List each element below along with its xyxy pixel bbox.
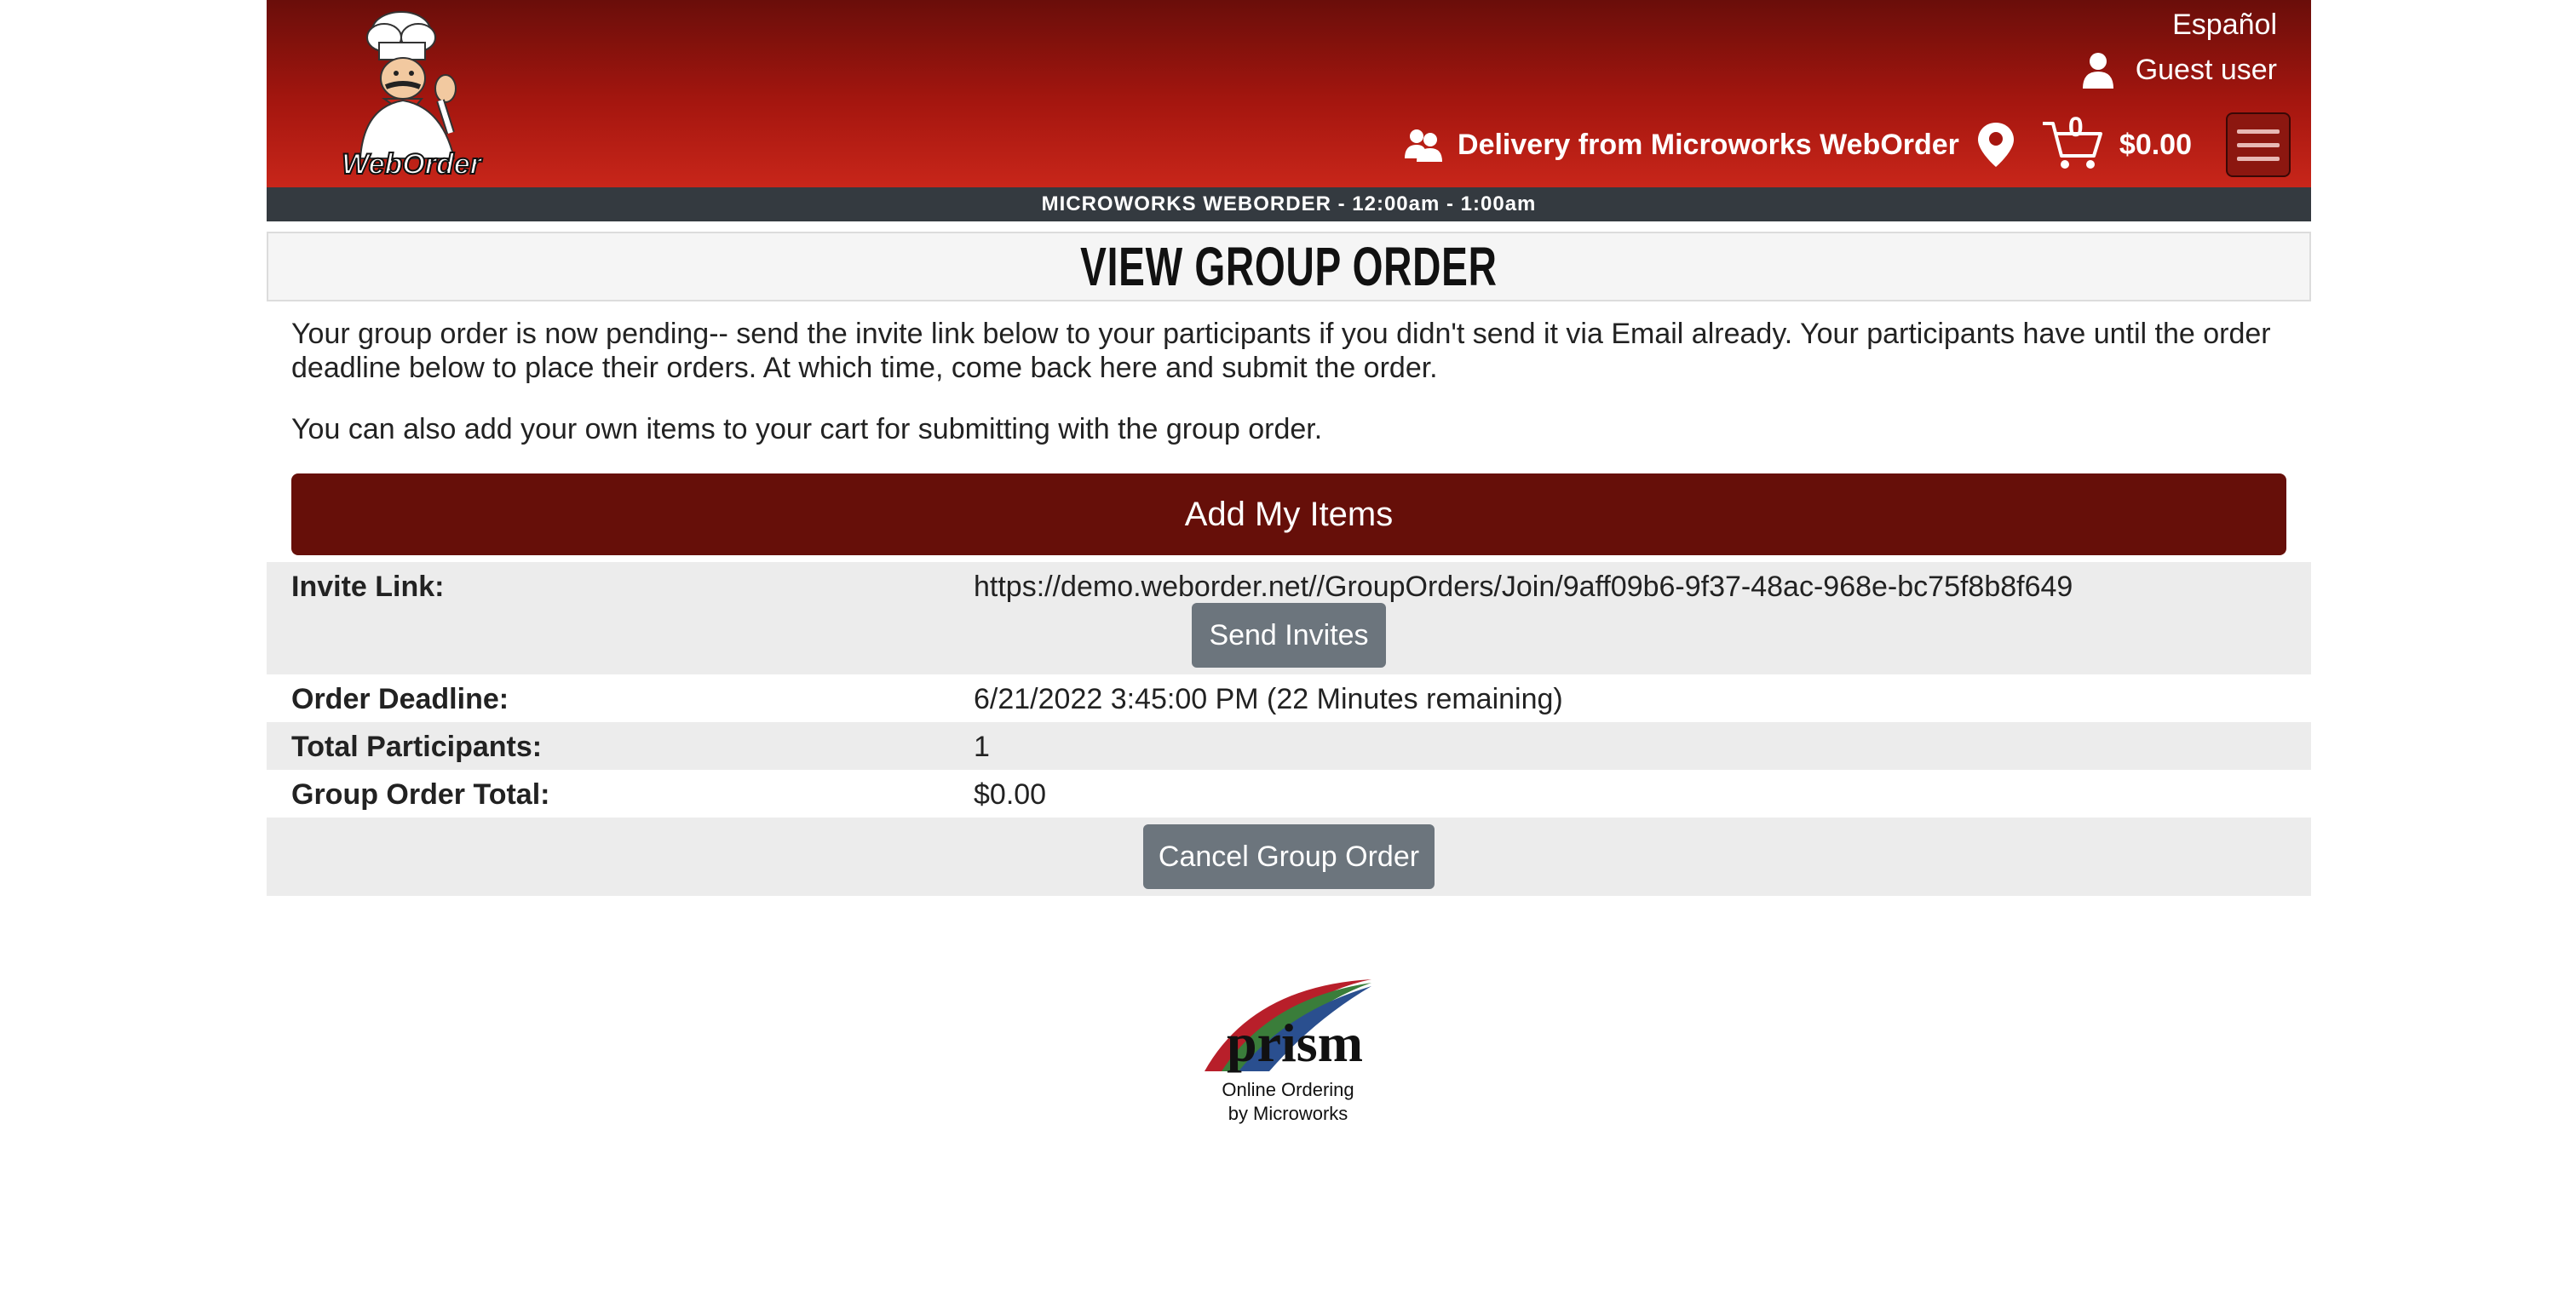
order-deadline-row: Order Deadline: 6/21/2022 3:45:00 PM (22… [267,674,2311,722]
cart-total: $0.00 [2119,128,2192,161]
group-total-label: Group Order Total: [291,778,550,811]
add-my-items-button[interactable]: Add My Items [291,473,2286,555]
delivery-label: Delivery from Microworks WebOrder [1458,128,1959,161]
svg-text:WebOrder: WebOrder [342,148,483,181]
footer-credit: Online Ordering by Microworks [1160,1078,1416,1126]
site-header: WebOrder Español Guest user Delivery fro… [267,0,2311,187]
language-link[interactable]: Español [2172,9,2277,42]
user-account[interactable]: Guest user [2081,51,2277,89]
cart-count: 0 [2067,112,2084,142]
svg-text:prism: prism [1227,1013,1363,1073]
order-deadline-value: 6/21/2022 3:45:00 PM (22 Minutes remaini… [974,683,1563,715]
prism-logo[interactable]: prism [1201,978,1375,1078]
page-title-box: VIEW GROUP ORDER [267,232,2311,301]
page-title: VIEW GROUP ORDER [1080,236,1498,297]
people-icon [1405,129,1443,162]
hamburger-menu-button[interactable] [2226,112,2291,177]
invite-link-row: Invite Link: https://demo.weborder.net//… [267,562,2311,674]
group-total-value: $0.00 [974,778,1047,811]
order-deadline-label: Order Deadline: [291,683,509,715]
menu-line [2237,156,2280,161]
user-icon [2082,53,2113,89]
note-text: You can also add your own items to your … [291,413,1323,445]
group-total-row: Group Order Total: $0.00 [267,770,2311,818]
cart-button[interactable]: 0 [2041,112,2102,171]
delivery-selector[interactable]: Delivery from Microworks WebOrder [1405,128,1959,162]
cancel-group-order-button[interactable]: Cancel Group Order [1143,824,1435,889]
store-hours-bar: MICROWORKS WEBORDER - 12:00am - 1:00am [267,187,2311,221]
participants-value: 1 [974,731,990,763]
menu-line [2237,142,2280,147]
cancel-row: Cancel Group Order [267,818,2311,896]
menu-line [2237,129,2280,134]
user-label: Guest user [2135,53,2277,86]
intro-text: Your group order is now pending-- send t… [291,318,2271,384]
participants-row: Total Participants: 1 [267,722,2311,770]
participants-label: Total Participants: [291,731,543,763]
invite-link-value[interactable]: https://demo.weborder.net//GroupOrders/J… [974,571,2073,604]
page: WebOrder Español Guest user Delivery fro… [0,0,2576,1291]
send-invites-button[interactable]: Send Invites [1192,603,1386,668]
invite-link-label: Invite Link: [291,571,445,603]
location-pin-icon[interactable] [1976,121,2015,169]
footer-line-1: Online Ordering [1222,1079,1354,1100]
footer-line-2: by Microworks [1228,1103,1348,1124]
header-nav: Delivery from Microworks WebOrder 0 $0.0… [1405,109,2291,181]
weborder-chef-logo[interactable]: WebOrder [326,5,497,181]
